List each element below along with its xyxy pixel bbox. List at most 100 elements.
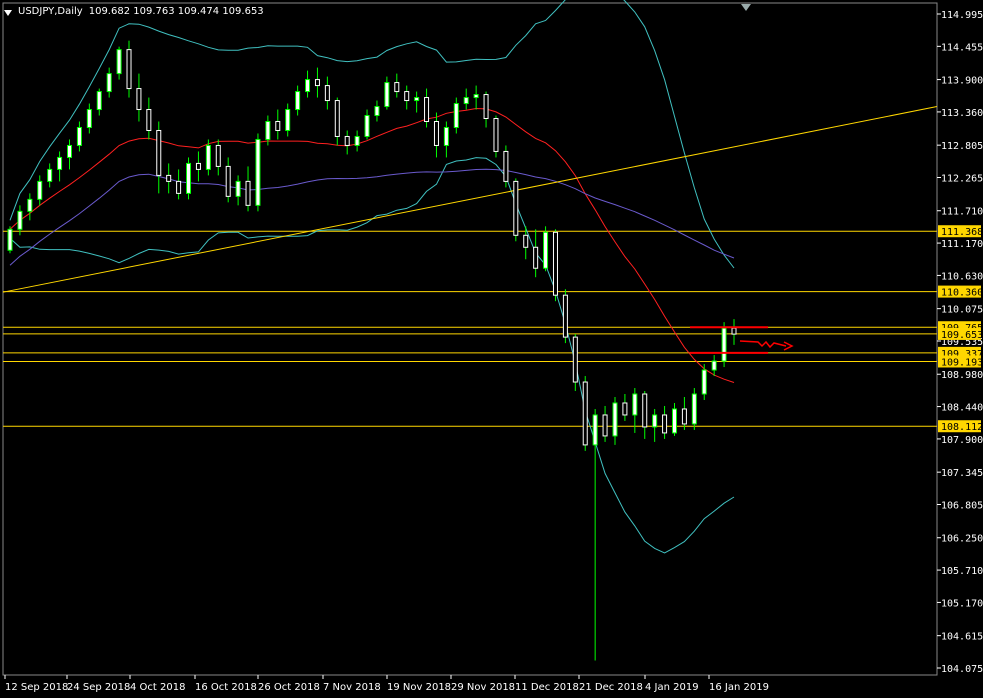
candle-body [364,115,370,137]
bollinger-upper [9,0,735,269]
candle-body [334,100,340,137]
candle-body [622,402,628,416]
y-tick-label: 105.710 [941,566,983,577]
candle-body [592,414,598,446]
y-tick-label: 113.360 [941,108,983,119]
candle-body [701,369,707,395]
level-label-109-193: 109.193 [941,357,983,368]
candle-body [76,126,82,146]
candle-body [721,327,727,362]
candle-body [205,144,211,170]
candle-body [473,94,479,99]
candle-body [17,210,23,230]
y-tick-label: 111.710 [941,207,983,218]
candle-body [37,180,43,200]
candle-body [166,174,172,182]
candle-body [7,228,13,251]
candle-body [671,408,677,434]
candle-body [156,129,162,176]
candle-body [295,91,301,111]
candle-body [146,109,152,131]
candle-body [463,97,469,105]
candle-body [533,246,539,269]
candle-body [642,393,648,428]
candle-body [324,85,330,102]
candle-body [384,82,390,108]
candle-body [265,121,271,140]
y-tick-label: 112.805 [941,141,983,152]
y-tick-label: 112.265 [941,174,983,185]
candle-body [275,121,281,131]
candle-body [681,408,687,425]
level-label-108-112: 108.112 [941,422,983,433]
candle-body [106,73,112,93]
candle-body [176,180,182,194]
candle-body [57,156,63,170]
candle-body [195,162,201,170]
y-tick-label: 106.250 [941,534,983,545]
x-tick-label: 4 Oct 2018 [130,682,185,693]
candle-body [96,91,102,111]
candle-body [67,144,73,158]
candle-body [354,135,360,146]
y-tick-label: 105.170 [941,598,983,609]
candle-body [523,234,529,248]
bollinger-lower [9,157,735,554]
candle-body [503,150,509,182]
candle-body [404,91,410,102]
y-tick-label: 104.615 [941,632,983,643]
candle-body [572,336,578,383]
candle-body [443,126,449,146]
candle-body [552,231,558,296]
level-label-109-653: 109.653 [941,330,983,341]
candle-body [662,414,668,434]
candle-body [314,79,320,87]
projection-arrow [739,340,787,349]
y-tick-label: 113.900 [941,76,983,87]
y-tick-label: 111.170 [941,239,983,250]
dropdown-triangle-icon[interactable] [4,9,12,16]
y-tick-label: 106.805 [941,501,983,512]
candle-body [27,198,33,212]
candle-body [483,94,489,120]
y-tick-label: 110.630 [941,271,983,282]
x-tick-label: 7 Nov 2018 [323,682,381,693]
x-tick-label: 16 Oct 2018 [195,682,257,693]
x-tick-label: 26 Oct 2018 [258,682,320,693]
candle-body [582,381,588,446]
level-label-111-368: 111.368 [941,227,983,238]
candle-body [433,121,439,146]
candle-body [453,103,459,128]
candle-body [632,393,638,416]
x-tick-label: 11 Dec 2018 [515,682,579,693]
candle-body [215,144,221,167]
candle-body [126,49,132,90]
moving-average-long [9,168,735,266]
y-tick-label: 114.455 [941,42,983,53]
x-tick-label: 24 Sep 2018 [67,682,130,693]
bollinger-middle [9,107,735,383]
chart-shift-icon[interactable] [741,4,751,11]
candle-body [116,49,122,75]
x-tick-label: 12 Sep 2018 [5,682,68,693]
candle-body [285,109,291,131]
candle-body [543,231,549,269]
price-chart[interactable]: 114.995 114.455 113.900 113.360 112.805 112.2… [0,0,983,698]
y-tick-label: 107.900 [941,435,983,446]
candle-body [47,168,53,182]
candle-body [374,106,380,117]
candle-body [562,294,568,338]
ohlc-label: 109.682 109.763 109.474 109.653 [88,6,264,17]
candle-body [493,118,499,152]
candle-body [711,360,717,371]
x-tick-label: 4 Jan 2019 [645,682,699,693]
trend-line [2,106,938,293]
candle-body [235,180,241,197]
y-tick-label: 108.440 [941,403,983,414]
candle-body [136,88,142,111]
candle-body [255,138,261,206]
candle-body [414,97,420,102]
candle-body [344,135,350,146]
candle-body [424,97,430,123]
candle-body [186,162,192,194]
